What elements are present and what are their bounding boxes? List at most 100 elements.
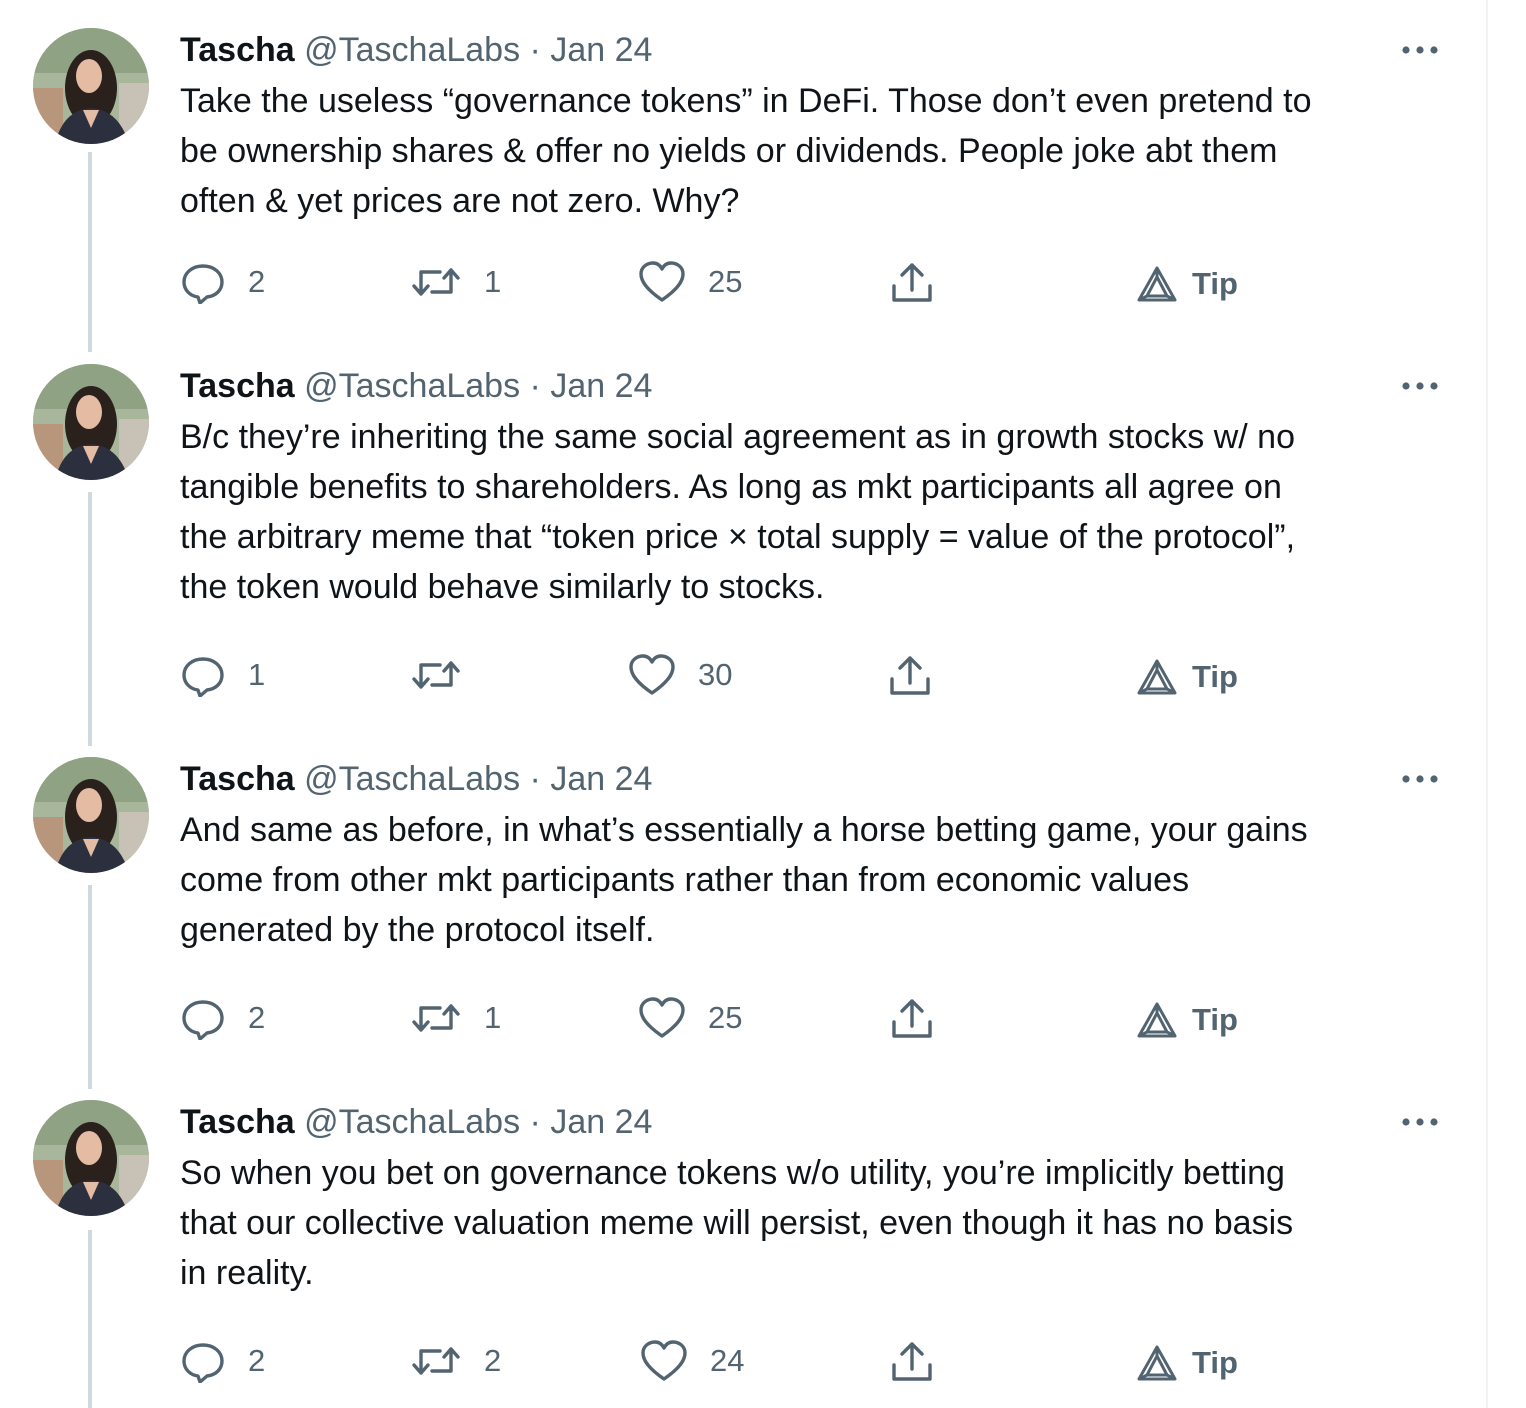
separator: · — [529, 760, 541, 798]
retweet-button[interactable]: 1 — [410, 260, 501, 304]
tweet-text-line: be ownership shares & offer no yields or… — [180, 132, 1278, 170]
tweet-text-line: generated by the protocol itself. — [180, 911, 655, 949]
more-button[interactable] — [1398, 34, 1442, 62]
tip-icon — [1137, 1345, 1177, 1381]
tweet-text: B/c they’re inheriting the same social a… — [180, 412, 1460, 612]
avatar[interactable] — [33, 28, 149, 144]
like-count: 25 — [708, 264, 743, 299]
like-button[interactable]: 30 — [628, 653, 732, 697]
share-button[interactable] — [888, 996, 936, 1040]
tweet-header: Tascha @TaschaLabs · Jan 24 — [180, 759, 652, 799]
share-icon — [892, 1342, 932, 1381]
reply-icon — [182, 657, 224, 697]
reply-count: 1 — [248, 657, 266, 692]
author-name[interactable]: Tascha — [180, 367, 295, 405]
reply-button[interactable]: 2 — [180, 1339, 265, 1383]
retweet-icon — [412, 661, 460, 689]
more-button[interactable] — [1398, 1106, 1442, 1134]
separator: · — [529, 1103, 541, 1141]
tweet-date[interactable]: Jan 24 — [550, 1103, 652, 1141]
reply-button[interactable]: 1 — [180, 653, 265, 697]
timeline-right-border — [1486, 0, 1488, 1408]
share-button[interactable] — [888, 1339, 936, 1383]
tweet-text-line: that our collective valuation meme will … — [180, 1204, 1294, 1242]
heart-icon — [639, 997, 685, 1038]
share-icon — [892, 263, 932, 302]
heart-icon — [639, 261, 685, 302]
retweet-icon — [412, 1004, 460, 1032]
tip-icon — [1137, 659, 1177, 695]
author-handle[interactable]: @TaschaLabs — [304, 1103, 520, 1141]
retweet-button[interactable] — [410, 653, 484, 697]
author-handle[interactable]: @TaschaLabs — [304, 367, 520, 405]
tweet-text-line: the arbitrary meme that “token price × t… — [180, 518, 1296, 556]
author-name[interactable]: Tascha — [180, 1103, 295, 1141]
tweet-text: So when you bet on governance tokens w/o… — [180, 1148, 1460, 1298]
like-count: 24 — [710, 1343, 745, 1378]
tweet-header: Tascha @TaschaLabs · Jan 24 — [180, 1102, 652, 1142]
more-icon — [1402, 1118, 1438, 1126]
retweet-count: 1 — [484, 264, 502, 299]
tweet-date[interactable]: Jan 24 — [550, 760, 652, 798]
tip-button[interactable]: Tip — [1136, 1341, 1238, 1385]
reply-button[interactable]: 2 — [180, 996, 265, 1040]
like-button[interactable]: 25 — [638, 996, 742, 1040]
tweet-text: Take the useless “governance tokens” in … — [180, 76, 1460, 226]
thread-line — [88, 885, 92, 1089]
reply-count: 2 — [248, 1343, 266, 1378]
tweet-text-line: So when you bet on governance tokens w/o… — [180, 1154, 1285, 1192]
retweet-icon — [412, 1347, 460, 1375]
tip-label: Tip — [1192, 1345, 1238, 1380]
retweet-button[interactable]: 2 — [410, 1339, 501, 1383]
tweet-text-line: And same as before, in what’s essentiall… — [180, 811, 1308, 849]
tweet-text-line: in reality. — [180, 1254, 314, 1292]
more-button[interactable] — [1398, 763, 1442, 791]
tweet-text: And same as before, in what’s essentiall… — [180, 805, 1460, 955]
avatar[interactable] — [33, 757, 149, 873]
tweet-date[interactable]: Jan 24 — [550, 367, 652, 405]
thread-line — [88, 492, 92, 746]
reply-count: 2 — [248, 264, 266, 299]
reply-icon — [182, 1000, 224, 1040]
tweet-text-line: B/c they’re inheriting the same social a… — [180, 418, 1295, 456]
retweet-icon — [412, 268, 460, 296]
tip-label: Tip — [1192, 266, 1238, 301]
more-icon — [1402, 775, 1438, 783]
like-button[interactable]: 24 — [640, 1339, 744, 1383]
share-button[interactable] — [886, 653, 934, 697]
like-button[interactable]: 25 — [638, 260, 742, 304]
more-icon — [1402, 46, 1438, 54]
tip-button[interactable]: Tip — [1136, 262, 1238, 306]
tweet-date[interactable]: Jan 24 — [550, 31, 652, 69]
separator: · — [529, 31, 541, 69]
tip-button[interactable]: Tip — [1136, 998, 1238, 1042]
retweet-button[interactable]: 1 — [410, 996, 501, 1040]
reply-button[interactable]: 2 — [180, 260, 265, 304]
author-name[interactable]: Tascha — [180, 31, 295, 69]
tweet-text-line: tangible benefits to shareholders. As lo… — [180, 468, 1282, 506]
tweet-text-line: often & yet prices are not zero. Why? — [180, 182, 740, 220]
share-icon — [892, 999, 932, 1038]
thread-line — [88, 152, 92, 352]
tweet-text-line: come from other mkt participants rather … — [180, 861, 1190, 899]
author-handle[interactable]: @TaschaLabs — [304, 760, 520, 798]
tweet-header: Tascha @TaschaLabs · Jan 24 — [180, 30, 652, 70]
tweet-text-line: the token would behave similarly to stoc… — [180, 568, 825, 606]
avatar[interactable] — [33, 1100, 149, 1216]
tweet-header: Tascha @TaschaLabs · Jan 24 — [180, 366, 652, 406]
author-handle[interactable]: @TaschaLabs — [304, 31, 520, 69]
more-button[interactable] — [1398, 370, 1442, 398]
more-icon — [1402, 382, 1438, 390]
retweet-count: 1 — [484, 1000, 502, 1035]
heart-icon — [641, 1340, 687, 1381]
tip-icon — [1137, 1002, 1177, 1038]
reply-count: 2 — [248, 1000, 266, 1035]
author-name[interactable]: Tascha — [180, 760, 295, 798]
tip-label: Tip — [1192, 1002, 1238, 1037]
share-button[interactable] — [888, 260, 936, 304]
avatar[interactable] — [33, 364, 149, 480]
tip-label: Tip — [1192, 659, 1238, 694]
tip-button[interactable]: Tip — [1136, 655, 1238, 699]
like-count: 30 — [698, 657, 733, 692]
retweet-count: 2 — [484, 1343, 502, 1378]
